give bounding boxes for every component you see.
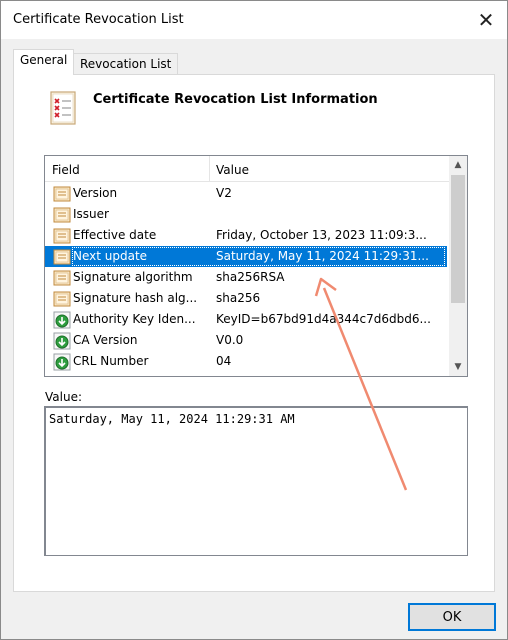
list-item[interactable]: Next update Saturday, May 11, 2024 11:29:… [45, 246, 447, 267]
certificate-field-icon [53, 207, 71, 223]
chevron-up-icon: ▲ [454, 160, 462, 170]
header-title: Certificate Revocation List Information [93, 92, 378, 107]
list-item-value: 04 [216, 354, 232, 368]
list-item[interactable]: CRL Number 04 [45, 351, 447, 372]
list-item-field: Authority Key Iden... [73, 312, 196, 326]
crl-dialog: Certificate Revocation List ✕ General Re… [0, 0, 508, 640]
fields-list[interactable]: Field Value Version V2 Issuer Effective dat… [44, 155, 468, 377]
list-item[interactable]: CA Version V0.0 [45, 330, 447, 351]
list-item[interactable]: Authority Key Iden... KeyID=b67bd91d4a344… [45, 309, 447, 330]
extension-field-icon [53, 332, 71, 350]
list-item-field: CA Version [73, 333, 138, 347]
list-item-value: sha256RSA [216, 270, 285, 284]
certificate-field-icon [53, 228, 71, 244]
list-item-field: Effective date [73, 228, 157, 242]
value-text-box[interactable]: Saturday, May 11, 2024 11:29:31 AM [44, 406, 468, 556]
list-item-value: sha256 [216, 291, 261, 305]
certificate-field-icon [53, 270, 71, 286]
close-icon: ✕ [477, 8, 495, 32]
close-button[interactable]: ✕ [471, 5, 501, 35]
general-tab-panel: Certificate Revocation List Information … [13, 74, 495, 592]
list-item-value: Saturday, May 11, 2024 11:29:31... [216, 249, 429, 263]
list-item[interactable]: Signature algorithm sha256RSA [45, 267, 447, 288]
list-item-field: Issuer [73, 207, 109, 221]
scroll-down-button[interactable]: ▼ [449, 358, 467, 376]
title-bar: Certificate Revocation List ✕ [1, 1, 507, 39]
list-item[interactable]: Signature hash alg... sha256 [45, 288, 447, 309]
list-item-field: Signature algorithm [73, 270, 193, 284]
crl-document-icon [50, 91, 76, 125]
list-item[interactable]: Version V2 [45, 183, 447, 204]
window-title: Certificate Revocation List [13, 12, 184, 27]
list-item-value: V0.0 [216, 333, 244, 347]
list-item-field: CRL Number [73, 354, 149, 368]
extension-field-icon [53, 311, 71, 329]
certificate-field-icon [53, 291, 71, 307]
list-item-value: KeyID=b67bd91d4a344c7d6dbd6... [216, 312, 431, 326]
list-scrollbar[interactable]: ▲ ▼ [449, 156, 467, 376]
ok-button[interactable]: OK [408, 603, 496, 631]
list-item-field: Signature hash alg... [73, 291, 198, 305]
extension-field-icon [53, 353, 71, 371]
value-label: Value: [45, 390, 82, 404]
list-rows: Version V2 Issuer Effective date Friday, Oct… [45, 183, 449, 372]
certificate-field-icon [53, 186, 71, 202]
column-divider[interactable] [209, 156, 210, 182]
certificate-field-icon [53, 249, 71, 265]
list-header: Field Value [45, 156, 449, 182]
tab-revocation-list-label: Revocation List [80, 57, 172, 71]
tab-general[interactable]: General [13, 49, 75, 75]
list-item[interactable]: Effective date Friday, October 13, 2023 1… [45, 225, 447, 246]
chevron-down-icon: ▼ [454, 362, 462, 372]
scroll-thumb[interactable] [451, 175, 465, 303]
list-item[interactable]: Issuer [45, 204, 447, 225]
list-item-value: Friday, October 13, 2023 11:09:3... [216, 228, 427, 242]
list-item-field: Next update [73, 249, 148, 263]
list-item-field: Version [73, 186, 118, 200]
column-header-field[interactable]: Field [52, 163, 80, 177]
list-item-value: V2 [216, 186, 232, 200]
tab-general-label: General [20, 53, 68, 67]
tab-revocation-list[interactable]: Revocation List [73, 53, 179, 75]
column-header-value[interactable]: Value [216, 163, 249, 177]
scroll-up-button[interactable]: ▲ [449, 156, 467, 174]
